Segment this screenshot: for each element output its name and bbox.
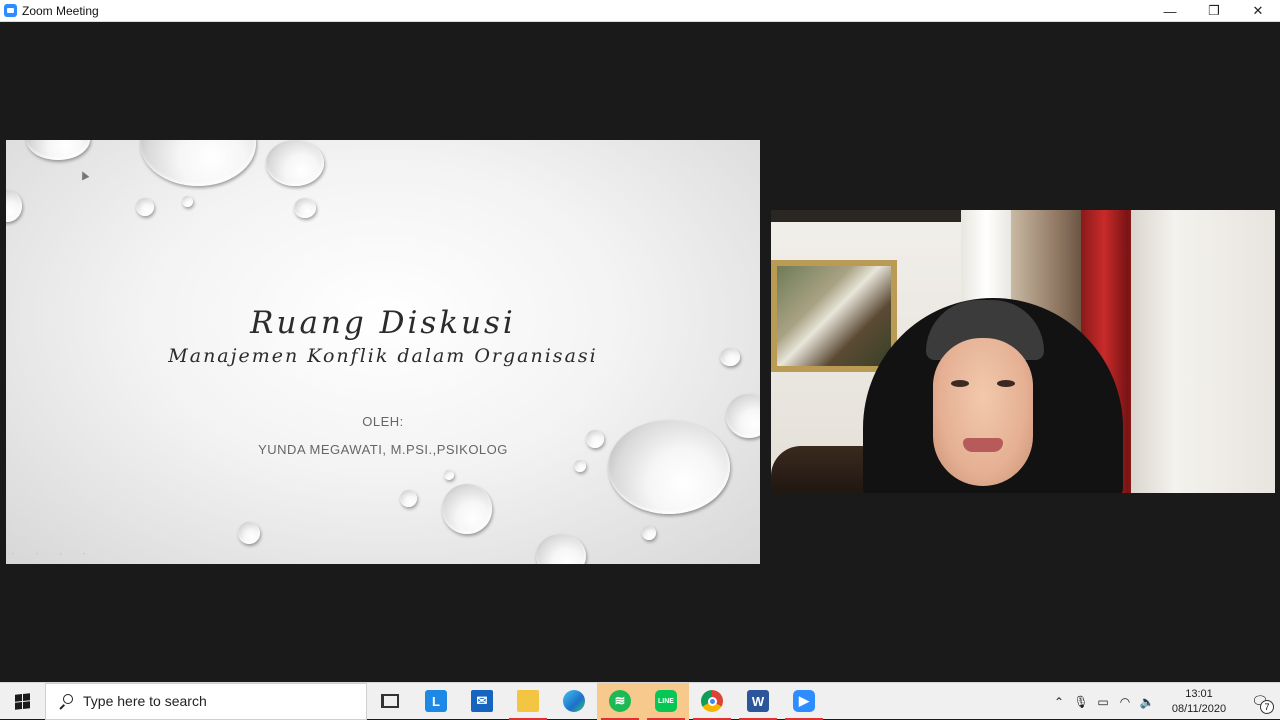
chrome-icon [701,690,723,712]
mail-icon: ✉ [471,690,493,712]
window-title: Zoom Meeting [22,3,99,18]
clock-date: 08/11/2020 [1171,702,1227,715]
meeting-area: Ruang Diskusi Manajemen Konflik dalam Or… [0,22,1280,682]
clock-time: 13:01 [1185,687,1213,700]
taskbar-task-view[interactable] [367,683,413,720]
participant-eye [997,380,1015,387]
search-icon [59,694,73,709]
taskbar-chrome[interactable] [689,683,735,720]
window-titlebar: Zoom Meeting — ❐ ✕ [0,0,1280,22]
task-view-icon [381,694,399,708]
search-placeholder: Type here to search [83,693,207,709]
water-drop [400,490,417,507]
folder-icon [517,690,539,712]
video-window [1131,210,1275,493]
taskbar-file-explorer[interactable] [505,683,551,720]
shared-screen-slide[interactable]: Ruang Diskusi Manajemen Konflik dalam Or… [6,140,760,564]
line-icon: LINE [655,690,677,712]
zoom-icon: ▶ [793,690,815,712]
spotify-icon: ≋ [609,690,631,712]
action-center-button[interactable]: 🗨 7 [1240,683,1280,720]
slide-subtitle: Manajemen Konflik dalam Organisasi [168,345,598,367]
taskbar-line[interactable]: LINE [643,682,689,720]
minimize-button[interactable]: — [1148,0,1192,22]
participant-eye [951,380,969,387]
water-drop [238,522,260,544]
slide-presenter: YUNDA MEGAWATI, M.PSI.,PSIKOLOG [258,442,508,457]
taskbar-edge[interactable] [551,683,597,720]
water-drop [26,140,90,160]
system-tray: ⌃ 🎙 ▭ ◠ 🔈 13:01 08/11/2020 🗨 7 [1048,683,1280,720]
taskbar-word[interactable]: W [735,683,781,720]
water-drop [608,420,730,514]
taskbar-search-box[interactable]: Type here to search [45,682,367,720]
water-drop [140,140,256,186]
water-drop [442,484,492,534]
taskbar-mail[interactable]: ✉ [459,683,505,720]
word-icon: W [747,690,769,712]
close-button[interactable]: ✕ [1236,0,1280,22]
restore-button[interactable]: ❐ [1192,0,1236,22]
taskbar-zoom[interactable]: ▶ [781,683,827,720]
show-hidden-icons-chevron-icon[interactable]: ⌃ [1048,683,1070,720]
participant-face [933,338,1033,486]
l-app-icon: L [425,690,447,712]
water-drop [642,526,656,540]
slide-title: Ruang Diskusi [250,305,516,341]
water-drop [444,470,454,480]
taskbar-clock[interactable]: 13:01 08/11/2020 [1164,687,1234,717]
edge-icon [563,690,585,712]
participant-mouth [963,438,1003,452]
slide-by-label: OLEH: [362,414,404,429]
windows-taskbar: Type here to search L ✉ ≋ LINE W ▶ ⌃ 🎙 ▭… [0,682,1280,720]
water-drop [6,190,22,222]
start-button[interactable] [0,683,45,720]
water-drop [182,196,193,207]
notification-count-badge: 7 [1260,700,1274,714]
taskbar-spotify[interactable]: ≋ [597,682,643,720]
water-drop [294,198,316,218]
wifi-icon[interactable]: ◠ [1114,683,1136,720]
mouse-cursor-icon [78,169,90,181]
battery-icon[interactable]: ▭ [1092,683,1114,720]
video-wall-painting [771,260,897,372]
water-drop [266,140,324,186]
taskbar-l-app[interactable]: L [413,683,459,720]
water-drop [536,534,586,564]
water-drop [574,460,586,472]
water-drop [136,198,154,216]
zoom-app-icon [4,4,17,17]
volume-icon[interactable]: 🔈 [1136,683,1158,720]
window-controls: — ❐ ✕ [1148,0,1280,22]
participant-video[interactable] [771,210,1275,493]
microphone-icon[interactable]: 🎙 [1070,683,1092,720]
windows-logo-icon [15,692,30,710]
slide-nav-dots: • • • • [12,552,96,558]
